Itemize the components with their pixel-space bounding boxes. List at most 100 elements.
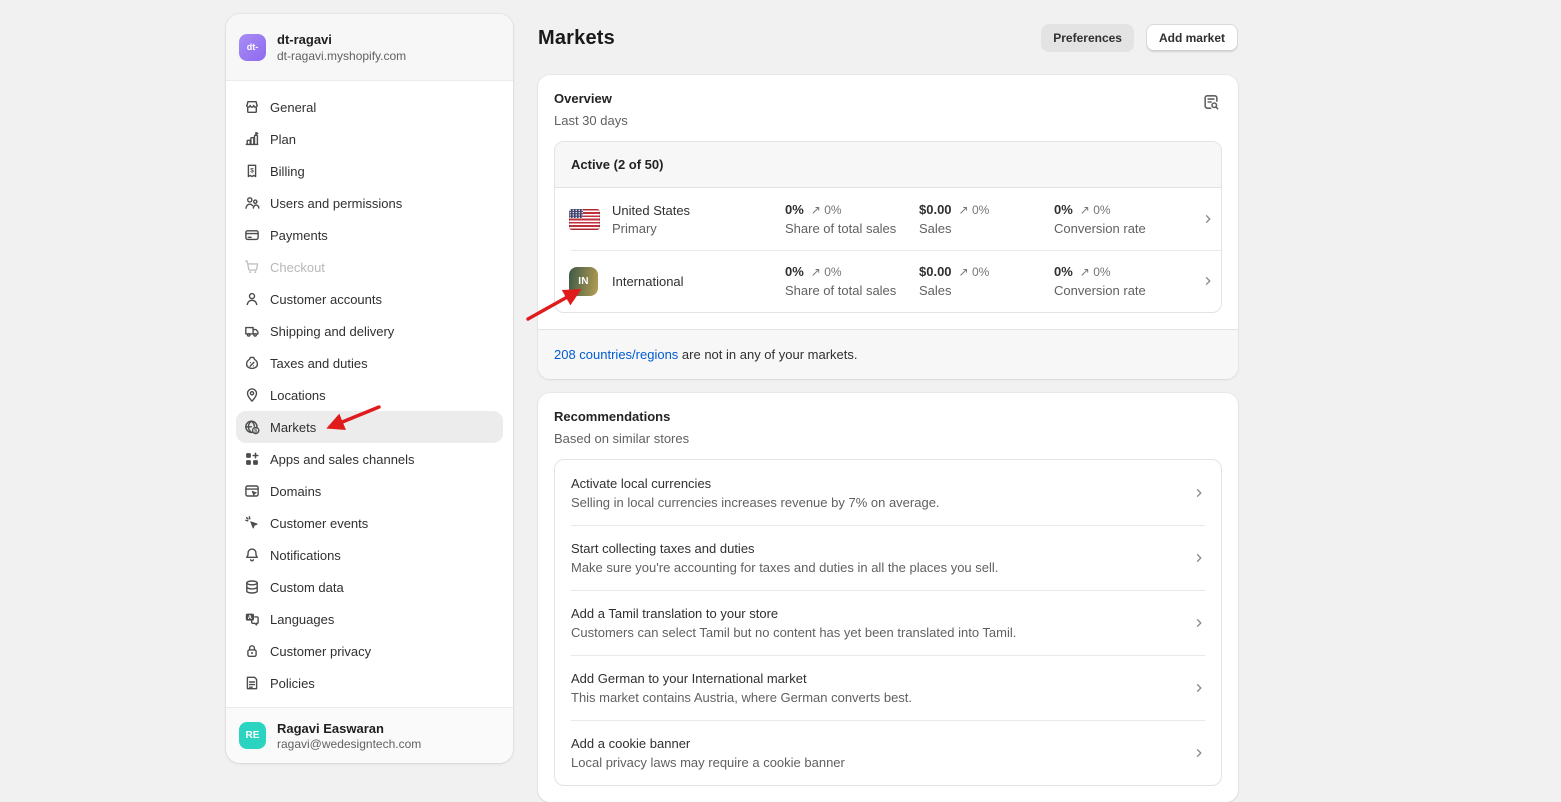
user-avatar: RE — [239, 722, 266, 749]
sidebar-item-taxes-and-duties[interactable]: Taxes and duties — [236, 347, 503, 379]
sales-label: Sales — [919, 221, 1054, 236]
settings-sidebar: dt- dt-ragavi dt-ragavi.myshopify.com Ge… — [226, 14, 513, 763]
trend-up-icon: ↗ — [1080, 203, 1090, 217]
recommendation-text: Add a Tamil translation to your storeCus… — [571, 606, 1016, 640]
recommendation-start-collecting-taxes-and-duties[interactable]: Start collecting taxes and dutiesMake su… — [555, 525, 1221, 590]
overview-heading: Overview Last 30 days — [554, 91, 628, 128]
chevron-right-icon — [1202, 213, 1214, 225]
sidebar-item-shipping-and-delivery[interactable]: Shipping and delivery — [236, 315, 503, 347]
chevron-right-icon — [1193, 617, 1205, 629]
conversion-delta: ↗ 0% — [1080, 265, 1111, 279]
globe-dollar-icon: $ — [244, 419, 260, 435]
sidebar-item-languages[interactable]: ALanguages — [236, 603, 503, 635]
cursor-click-icon — [244, 515, 260, 531]
trend-up-icon: ↗ — [811, 265, 821, 279]
us-flag-icon — [569, 209, 600, 230]
receipt-icon: $ — [244, 163, 260, 179]
countries-footer-text: are not in any of your markets. — [678, 347, 857, 362]
sidebar-item-users-and-permissions[interactable]: Users and permissions — [236, 187, 503, 219]
sidebar-item-label: Policies — [270, 676, 315, 691]
preferences-button[interactable]: Preferences — [1041, 24, 1134, 52]
page-header: Markets Preferences Add market — [538, 24, 1238, 52]
market-rows: United StatesPrimary 0% ↗ 0% Share of total… — [555, 188, 1221, 312]
overview-card: Overview Last 30 days Active (2 of 50) U… — [538, 75, 1238, 379]
recommendations-title: Recommendations — [554, 409, 1222, 424]
store-meta: dt-ragavi dt-ragavi.myshopify.com — [277, 32, 406, 63]
recommendation-description: Make sure you're accounting for taxes an… — [571, 560, 998, 575]
sidebar-item-payments[interactable]: Payments — [236, 219, 503, 251]
share-value: 0% — [785, 264, 804, 279]
recommendation-text: Add German to your International marketT… — [571, 671, 912, 705]
sidebar-item-label: General — [270, 100, 316, 115]
recommendation-text: Start collecting taxes and dutiesMake su… — [571, 541, 998, 575]
sidebar-item-custom-data[interactable]: Custom data — [236, 571, 503, 603]
market-name-block: United StatesPrimary — [612, 203, 785, 236]
lock-icon — [244, 643, 260, 659]
chevron-right-icon — [1193, 747, 1205, 759]
tax-bag-icon — [244, 355, 260, 371]
store-icon — [244, 99, 260, 115]
recommendation-title: Add a Tamil translation to your store — [571, 606, 1016, 621]
market-name: International — [612, 274, 785, 289]
market-subtitle: Primary — [612, 221, 785, 236]
conversion-value: 0% — [1054, 264, 1073, 279]
sidebar-item-label: Payments — [270, 228, 328, 243]
sales-delta: ↗ 0% — [959, 265, 990, 279]
cart-icon — [244, 259, 260, 275]
market-row-international[interactable]: INInternational0%↗ 0%Share of total sale… — [555, 250, 1221, 312]
sales-stat: $0.00↗ 0%Sales — [919, 202, 1054, 236]
add-market-button[interactable]: Add market — [1146, 24, 1238, 52]
browser-icon — [244, 483, 260, 499]
chevron-right-icon — [1193, 552, 1205, 564]
row-chevron — [1202, 275, 1214, 287]
sidebar-item-domains[interactable]: Domains — [236, 475, 503, 507]
sidebar-item-locations[interactable]: Locations — [236, 379, 503, 411]
sidebar-item-customer-privacy[interactable]: Customer privacy — [236, 635, 503, 667]
recommendation-activate-local-currencies[interactable]: Activate local currenciesSelling in loca… — [555, 460, 1221, 525]
store-name: dt-ragavi — [277, 32, 406, 47]
user-account-footer[interactable]: RE Ragavi Easwaran ragavi@wedesigntech.c… — [226, 707, 513, 763]
user-name: Ragavi Easwaran — [277, 721, 421, 736]
recommendation-add-german-to-your-international-market[interactable]: Add German to your International marketT… — [555, 655, 1221, 720]
recommendation-text: Activate local currenciesSelling in loca… — [571, 476, 940, 510]
share-label: Share of total sales — [785, 221, 919, 236]
recommendation-add-a-cookie-banner[interactable]: Add a cookie bannerLocal privacy laws ma… — [555, 720, 1221, 785]
recommendation-description: Selling in local currencies increases re… — [571, 495, 940, 510]
row-chevron — [1193, 487, 1205, 499]
market-name-block: International — [612, 274, 785, 289]
sales-label: Sales — [919, 283, 1054, 298]
sidebar-item-billing[interactable]: $Billing — [236, 155, 503, 187]
sales-value: $0.00 — [919, 264, 952, 279]
row-chevron — [1202, 213, 1214, 225]
sidebar-item-customer-accounts[interactable]: Customer accounts — [236, 283, 503, 315]
recommendation-add-a-tamil-translation-to-your-store[interactable]: Add a Tamil translation to your storeCus… — [555, 590, 1221, 655]
market-row-united-states[interactable]: United StatesPrimary0%↗ 0%Share of total… — [555, 188, 1221, 250]
sidebar-item-notifications[interactable]: Notifications — [236, 539, 503, 571]
sidebar-item-plan[interactable]: Plan — [236, 123, 503, 155]
conversion-label: Conversion rate — [1054, 221, 1202, 236]
sidebar-item-label: Apps and sales channels — [270, 452, 415, 467]
recommendations-subtitle: Based on similar stores — [554, 431, 1222, 446]
user-meta: Ragavi Easwaran ragavi@wedesigntech.com — [277, 721, 421, 751]
sales-delta: ↗ 0% — [959, 203, 990, 217]
countries-regions-link[interactable]: 208 countries/regions — [554, 347, 678, 362]
conversion-delta: ↗ 0% — [1080, 203, 1111, 217]
sidebar-item-markets[interactable]: $ Markets — [236, 411, 503, 443]
sidebar-item-label: Customer events — [270, 516, 368, 531]
sidebar-item-checkout[interactable]: Checkout — [236, 251, 503, 283]
map-pin-icon — [244, 387, 260, 403]
sidebar-item-customer-events[interactable]: Customer events — [236, 507, 503, 539]
recommendations-card: Recommendations Based on similar stores … — [538, 393, 1238, 802]
conversion-label: Conversion rate — [1054, 283, 1202, 298]
sidebar-item-policies[interactable]: Policies — [236, 667, 503, 699]
sidebar-item-label: Plan — [270, 132, 296, 147]
sidebar-item-apps-and-sales-channels[interactable]: Apps and sales channels — [236, 443, 503, 475]
sidebar-item-label: Languages — [270, 612, 334, 627]
sidebar-item-label: Markets — [270, 420, 316, 435]
users-icon — [244, 195, 260, 211]
chevron-right-icon — [1193, 487, 1205, 499]
inspect-markets-button[interactable] — [1200, 91, 1222, 113]
credit-card-icon — [244, 227, 260, 243]
share-delta: ↗ 0% — [811, 265, 842, 279]
sidebar-item-general[interactable]: General — [236, 91, 503, 123]
